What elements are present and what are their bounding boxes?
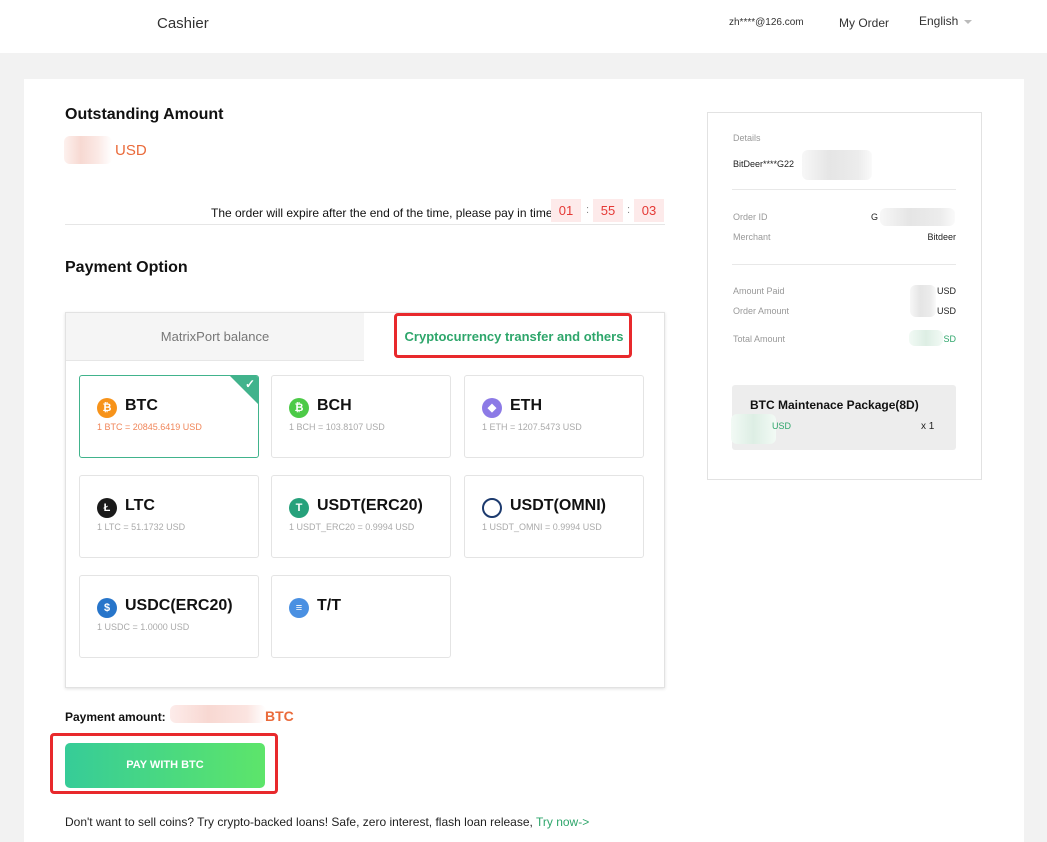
coin-rate: 1 BTC = 20845.6419 USD bbox=[97, 422, 202, 432]
coin-rate: 1 BCH = 103.8107 USD bbox=[289, 422, 385, 432]
redacted-account bbox=[802, 150, 872, 180]
order-amount-label: Order Amount bbox=[733, 306, 790, 316]
details-account: BitDeer****G22 bbox=[733, 159, 795, 169]
promo-message: Don't want to sell coins? Try crypto-bac… bbox=[65, 815, 533, 829]
coin-card-usdc[interactable]: $ USDC(ERC20) 1 USDC = 1.0000 USD bbox=[79, 575, 259, 658]
top-bar: Cashier zh****@126.com My Order English bbox=[0, 0, 1047, 53]
redacted-amount bbox=[64, 136, 112, 164]
order-amount-value: USD bbox=[936, 306, 956, 316]
order-id-label: Order ID bbox=[733, 212, 768, 222]
payment-amount-unit: BTC bbox=[265, 708, 294, 724]
usdc-icon: $ bbox=[97, 598, 117, 618]
timer-hours: 01 bbox=[551, 199, 581, 222]
coin-rate: 1 USDC = 1.0000 USD bbox=[97, 622, 190, 632]
tether-icon: T bbox=[289, 498, 309, 518]
bank-transfer-icon: ≡ bbox=[289, 598, 309, 618]
promo-text: Don't want to sell coins? Try crypto-bac… bbox=[65, 815, 589, 829]
outstanding-currency: USD bbox=[115, 142, 147, 159]
amount-paid-label: Amount Paid bbox=[733, 286, 785, 296]
coin-rate: 1 ETH = 1207.5473 USD bbox=[482, 422, 582, 432]
divider bbox=[732, 264, 956, 265]
timer-separator: : bbox=[627, 204, 631, 216]
language-label: English bbox=[919, 14, 959, 28]
coin-rate: 1 USDT_OMNI = 0.9994 USD bbox=[482, 522, 602, 532]
package-quantity: x 1 bbox=[921, 421, 935, 432]
coin-rate: 1 USDT_ERC20 = 0.9994 USD bbox=[289, 522, 415, 532]
litecoin-icon: Ł bbox=[97, 498, 117, 518]
coin-card-btc[interactable]: ₿ BTC 1 BTC = 20845.6419 USD ✓ bbox=[79, 375, 259, 458]
coin-card-eth[interactable]: ◆ ETH 1 ETH = 1207.5473 USD bbox=[464, 375, 644, 458]
timer-minutes: 55 bbox=[593, 199, 623, 222]
bitcoin-icon: ₿ bbox=[97, 398, 117, 418]
expire-text: The order will expire after the end of t… bbox=[211, 206, 553, 220]
redacted-package-price bbox=[731, 414, 776, 444]
coin-card-tt[interactable]: ≡ T/T bbox=[271, 575, 451, 658]
coin-name: ETH bbox=[510, 397, 542, 414]
coin-card-ltc[interactable]: Ł LTC 1 LTC = 51.1732 USD bbox=[79, 475, 259, 558]
total-amount-label: Total Amount bbox=[733, 334, 786, 344]
total-amount-value: SD bbox=[943, 334, 956, 344]
package-price: USD bbox=[772, 421, 792, 431]
try-now-link[interactable]: Try now-> bbox=[536, 815, 589, 829]
omni-icon bbox=[482, 498, 502, 518]
payment-option-title: Payment Option bbox=[65, 259, 188, 276]
timer-separator: : bbox=[586, 204, 590, 216]
amount-paid-value: USD bbox=[936, 286, 956, 296]
payment-amount-label: Payment amount: bbox=[65, 710, 166, 724]
coin-rate: 1 LTC = 51.1732 USD bbox=[97, 522, 186, 532]
tab-crypto-transfer[interactable]: Cryptocurrency transfer and others bbox=[364, 313, 664, 361]
coin-name: USDC(ERC20) bbox=[125, 597, 233, 614]
user-email[interactable]: zh****@126.com bbox=[729, 17, 804, 28]
coin-card-bch[interactable]: ₿ BCH 1 BCH = 103.8107 USD bbox=[271, 375, 451, 458]
redacted-order-id bbox=[880, 208, 955, 226]
coin-name: BTC bbox=[125, 397, 158, 414]
ethereum-icon: ◆ bbox=[482, 398, 502, 418]
coin-name: LTC bbox=[125, 497, 155, 514]
my-order-link[interactable]: My Order bbox=[839, 16, 889, 30]
coin-name: BCH bbox=[317, 397, 352, 414]
divider bbox=[732, 189, 956, 190]
tab-matrixport-balance[interactable]: MatrixPort balance bbox=[66, 313, 364, 361]
details-title: Details bbox=[733, 133, 761, 143]
order-id-value: G bbox=[871, 212, 879, 222]
brand-title: Cashier bbox=[157, 15, 209, 32]
pay-button[interactable]: PAY WITH BTC bbox=[65, 743, 265, 788]
check-icon: ✓ bbox=[244, 377, 255, 391]
language-selector[interactable]: English bbox=[919, 14, 973, 28]
chevron-down-icon bbox=[964, 19, 973, 24]
package-title: BTC Maintenace Package(8D) bbox=[750, 398, 919, 412]
redacted-payment-amount bbox=[170, 705, 266, 723]
coin-card-usdt-erc20[interactable]: T USDT(ERC20) 1 USDT_ERC20 = 0.9994 USD bbox=[271, 475, 451, 558]
coin-name: USDT(OMNI) bbox=[510, 497, 606, 514]
bitcoin-cash-icon: ₿ bbox=[289, 398, 309, 418]
merchant-label: Merchant bbox=[733, 232, 771, 242]
coin-name: T/T bbox=[317, 597, 341, 614]
timer-seconds: 03 bbox=[634, 199, 664, 222]
outstanding-title: Outstanding Amount bbox=[65, 106, 224, 123]
merchant-value: Bitdeer bbox=[927, 232, 956, 242]
coin-card-usdt-omni[interactable]: USDT(OMNI) 1 USDT_OMNI = 0.9994 USD bbox=[464, 475, 644, 558]
coin-name: USDT(ERC20) bbox=[317, 497, 423, 514]
